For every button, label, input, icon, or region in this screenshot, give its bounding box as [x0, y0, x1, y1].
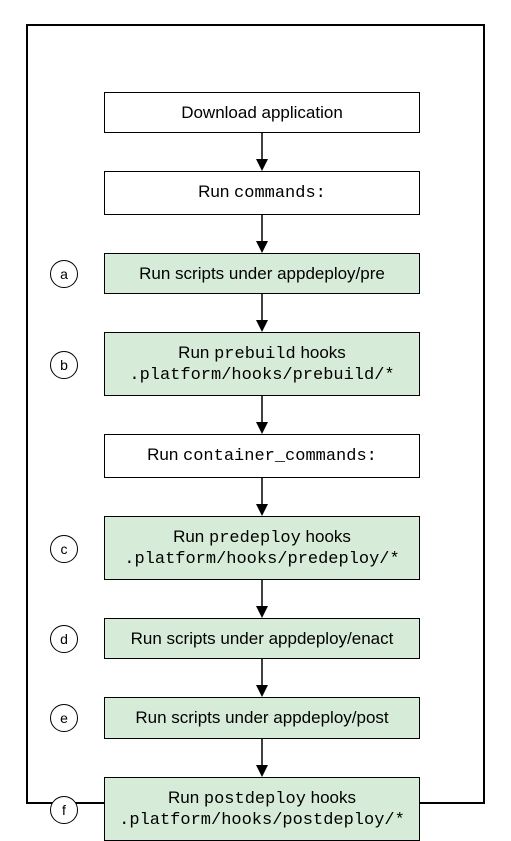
step-prefix: Run	[147, 445, 183, 464]
step-line1-suffix: hooks	[306, 788, 356, 807]
flow-arrow	[252, 478, 272, 516]
flow-arrow	[252, 133, 272, 171]
step-line1: Run prebuild hooks	[111, 342, 413, 365]
step-bullet-label: c	[61, 541, 68, 557]
step-box-4: Run container_commands:	[104, 434, 420, 477]
step-text: Run scripts under appdeploy/pre	[139, 264, 385, 283]
step-line1: Run postdeploy hooks	[111, 787, 413, 810]
step-box-0: Download application	[104, 92, 420, 133]
step-text: Download application	[181, 103, 343, 122]
flow-arrow	[252, 396, 272, 434]
step-bullet-label: d	[60, 631, 68, 647]
flow-arrow	[252, 659, 272, 697]
step-text: Run scripts under appdeploy/enact	[131, 629, 394, 648]
step-bullet-d: d	[50, 625, 78, 653]
step-bullet-e: e	[50, 704, 78, 732]
step-bullet-label: a	[60, 266, 68, 282]
step-line1-prefix: Run	[173, 527, 209, 546]
step-line1-prefix: Run	[168, 788, 204, 807]
step-line2: .platform/hooks/predeploy/*	[111, 549, 413, 570]
flow-column: Download application Run commands: Run scr…	[104, 92, 420, 841]
step-mono: container_commands:	[183, 447, 377, 466]
diagram-frame: Download application Run commands: Run scr…	[26, 24, 485, 804]
step-bullet-c: c	[50, 535, 78, 563]
step-prefix: Run	[198, 182, 234, 201]
step-box-2: Run scripts under appdeploy/pre	[104, 253, 420, 294]
step-bullet-a: a	[50, 260, 78, 288]
step-bullet-label: f	[62, 802, 66, 818]
step-line1-mono: postdeploy	[204, 790, 306, 809]
step-box-5: Run predeploy hooks.platform/hooks/prede…	[104, 516, 420, 581]
flow-arrow	[252, 580, 272, 618]
step-bullet-b: b	[50, 351, 78, 379]
step-line2: .platform/hooks/prebuild/*	[111, 365, 413, 386]
step-box-7: Run scripts under appdeploy/post	[104, 697, 420, 738]
step-line1-mono: prebuild	[214, 345, 296, 364]
flow-arrow	[252, 739, 272, 777]
step-line1-suffix: hooks	[301, 527, 351, 546]
step-line1-mono: predeploy	[209, 529, 301, 548]
step-mono: commands:	[234, 184, 326, 203]
step-box-1: Run commands:	[104, 171, 420, 214]
step-text: Run scripts under appdeploy/post	[135, 708, 388, 727]
step-bullet-f: f	[50, 796, 78, 824]
step-box-8: Run postdeploy hooks.platform/hooks/post…	[104, 777, 420, 841]
flow-arrow	[252, 294, 272, 332]
step-bullet-label: b	[60, 357, 68, 373]
flow-arrow	[252, 215, 272, 253]
step-line1: Run predeploy hooks	[111, 526, 413, 549]
step-box-6: Run scripts under appdeploy/enact	[104, 618, 420, 659]
step-bullet-label: e	[60, 710, 68, 726]
step-line1-prefix: Run	[178, 343, 214, 362]
step-line1-suffix: hooks	[296, 343, 346, 362]
step-box-3: Run prebuild hooks.platform/hooks/prebui…	[104, 332, 420, 397]
